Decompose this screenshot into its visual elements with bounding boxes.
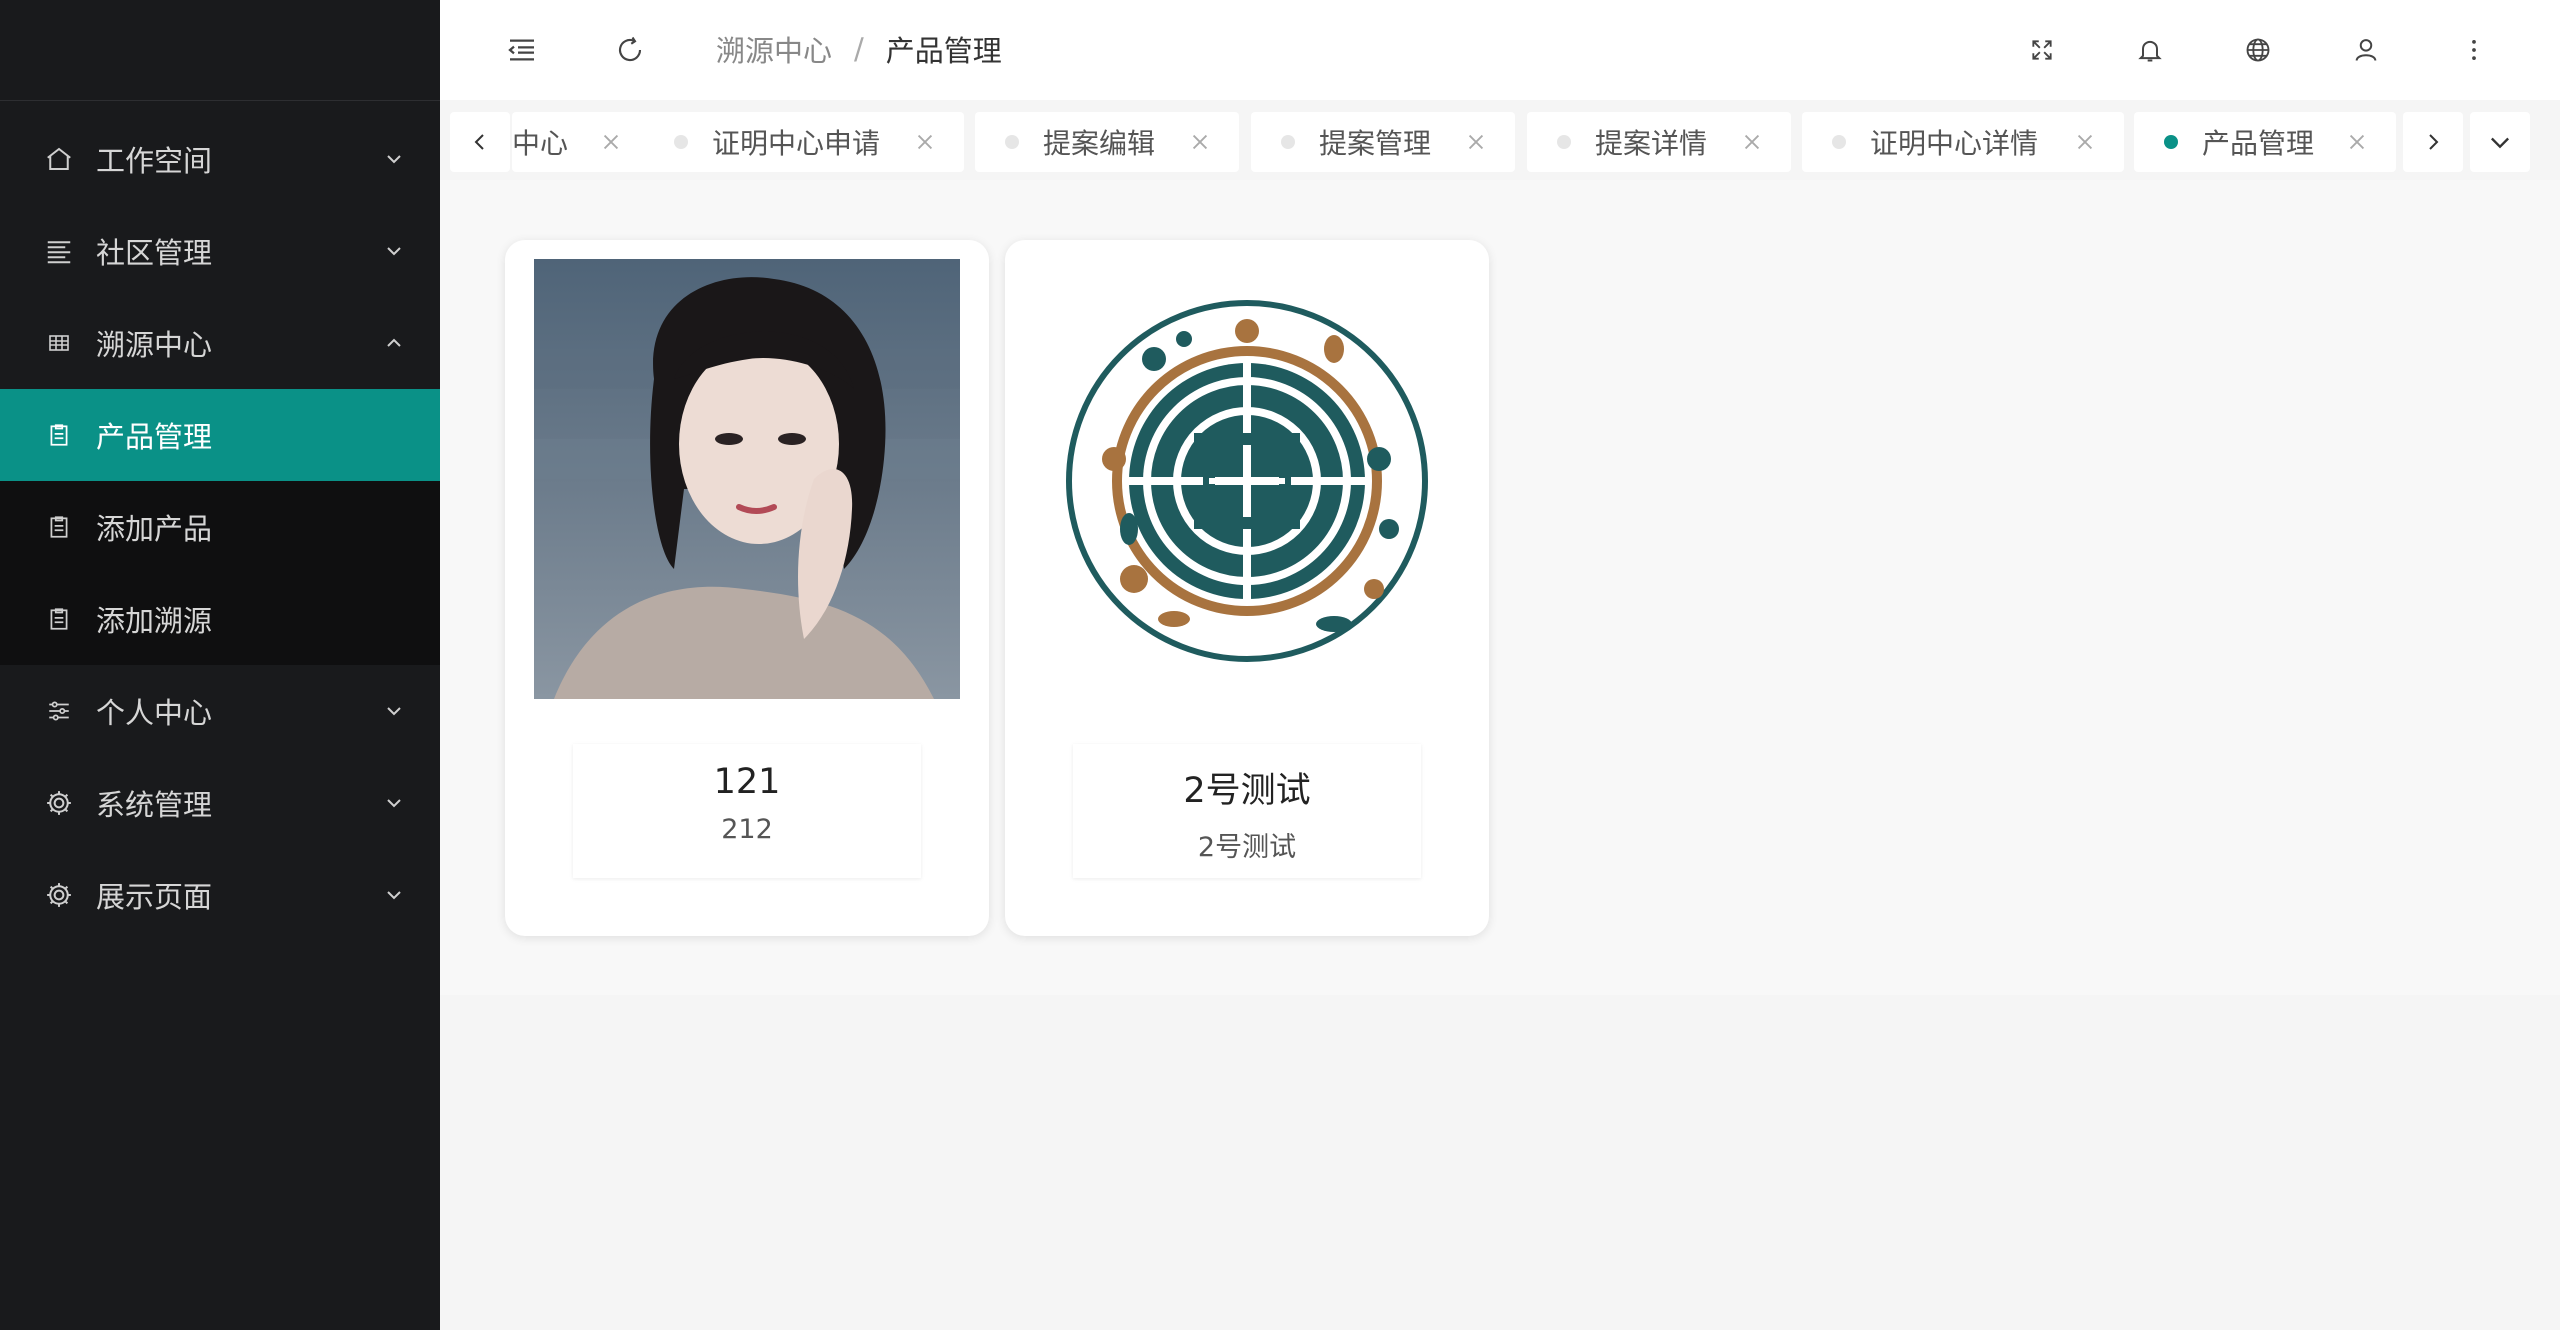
close-icon[interactable] xyxy=(2074,131,2096,153)
chevron-down-icon xyxy=(387,891,401,900)
sidebar-item-display-page[interactable]: 展示页面 xyxy=(0,849,440,941)
user-icon[interactable] xyxy=(2348,32,2384,68)
tab-proposal-edit[interactable]: 提案编辑 xyxy=(975,112,1239,172)
breadcrumb-separator: / xyxy=(854,32,864,66)
close-icon[interactable] xyxy=(2346,131,2368,153)
gear-icon xyxy=(44,880,74,910)
product-subtitle: 212 xyxy=(721,814,773,845)
tab-label: 产品管理 xyxy=(2202,127,2315,160)
breadcrumb-current: 产品管理 xyxy=(885,34,1002,68)
tabs-scroll-left-button[interactable] xyxy=(450,112,510,172)
tab-certificate-apply[interactable]: 证明中心申请 xyxy=(644,112,964,172)
tabs-scroll-right-button[interactable] xyxy=(2403,112,2463,172)
sidebar-item-label: 工作空间 xyxy=(96,144,213,178)
tab-active-dot xyxy=(2164,135,2178,149)
tab-label: 提案编辑 xyxy=(1043,127,1156,160)
product-title: 121 xyxy=(713,762,781,802)
tab-label: 提案管理 xyxy=(1319,127,1432,160)
sidebar-item-system-management[interactable]: 系统管理 xyxy=(0,757,440,849)
chevron-down-icon xyxy=(387,707,401,716)
sidebar-item-personal-center[interactable]: 个人中心 xyxy=(0,665,440,757)
close-icon[interactable] xyxy=(600,131,622,153)
list-icon xyxy=(44,236,74,266)
sidebar-item-label: 添加产品 xyxy=(96,512,213,546)
close-icon[interactable] xyxy=(1189,131,1211,153)
sidebar-item-label: 产品管理 xyxy=(96,420,213,454)
bell-icon[interactable] xyxy=(2132,32,2168,68)
sidebar-item-workspace[interactable]: 工作空间 xyxy=(0,113,440,205)
top-header: 溯源中心 / 产品管理 xyxy=(440,0,2560,100)
tab-status-dot xyxy=(1281,135,1295,149)
tab-label: 提案详情 xyxy=(1595,127,1708,160)
close-icon[interactable] xyxy=(1465,131,1487,153)
tab-product-management[interactable]: 产品管理 xyxy=(2134,112,2396,172)
refresh-icon[interactable] xyxy=(612,32,648,68)
tab-certificate-detail[interactable]: 证明中心详情 xyxy=(1802,112,2124,172)
sidebar-item-label: 个人中心 xyxy=(96,696,213,730)
sidebar-item-community[interactable]: 社区管理 xyxy=(0,205,440,297)
sidebar-item-product-management[interactable]: 产品管理 xyxy=(0,389,440,481)
sidebar: 工作空间 社区管理 溯源中心 产品管理 添加产品 添加溯源 个人中心 系统管理 … xyxy=(0,0,440,1330)
home-icon xyxy=(44,144,74,174)
tab-proposal-detail[interactable]: 提案详情 xyxy=(1527,112,1791,172)
sidebar-item-add-product[interactable]: 添加产品 xyxy=(0,481,440,573)
sidebar-item-label: 系统管理 xyxy=(96,788,213,822)
fullscreen-icon[interactable] xyxy=(2024,32,2060,68)
clipboard-icon xyxy=(44,604,74,634)
breadcrumb-item[interactable]: 溯源中心 xyxy=(716,28,832,70)
chevron-up-icon xyxy=(387,338,401,347)
product-card[interactable]: 2号测试 2号测试 xyxy=(1005,240,1489,936)
tabs-dropdown-button[interactable] xyxy=(2470,112,2530,172)
chevron-down-icon xyxy=(2491,137,2509,149)
tab-status-dot xyxy=(1832,135,1846,149)
clipboard-icon xyxy=(44,420,74,450)
product-image-portrait xyxy=(534,259,960,699)
product-title: 2号测试 xyxy=(1183,771,1311,811)
sidebar-logo-area xyxy=(0,0,440,101)
close-icon[interactable] xyxy=(1741,131,1763,153)
submenu-trace-center: 产品管理 添加产品 添加溯源 xyxy=(0,389,440,665)
chevron-right-icon xyxy=(2429,134,2439,150)
sidebar-item-label: 添加溯源 xyxy=(96,604,213,638)
tab-label: 证明中心申请 xyxy=(712,127,881,160)
tab-status-dot xyxy=(1005,135,1019,149)
tab-proposal-management[interactable]: 提案管理 xyxy=(1251,112,1515,172)
product-image-emblem xyxy=(1034,259,1460,699)
sidebar-item-label: 社区管理 xyxy=(96,236,213,270)
grid-icon xyxy=(44,328,74,358)
sidebar-item-trace-center[interactable]: 溯源中心 xyxy=(0,297,440,389)
product-info: 2号测试 2号测试 xyxy=(1073,744,1421,878)
tabs-bar: 中心 证明中心申请 提案编辑 提案管理 提案详情 证明中心详情 产品管理 xyxy=(440,100,2560,180)
tab-status-dot xyxy=(674,135,688,149)
product-info: 121 212 xyxy=(573,744,921,878)
sliders-icon xyxy=(44,696,74,726)
product-subtitle: 2号测试 xyxy=(1197,832,1297,863)
gear-icon xyxy=(44,788,74,818)
clipboard-icon xyxy=(44,512,74,542)
chevron-down-icon xyxy=(387,155,401,164)
tab-partial[interactable]: 中心 xyxy=(512,112,650,172)
tab-label: 中心 xyxy=(512,127,569,160)
globe-icon[interactable] xyxy=(2240,32,2276,68)
chevron-left-icon xyxy=(474,134,484,150)
sidebar-item-label: 溯源中心 xyxy=(96,328,213,362)
menu-fold-icon[interactable] xyxy=(504,32,540,68)
tab-status-dot xyxy=(1557,135,1571,149)
more-vertical-icon[interactable] xyxy=(2456,32,2492,68)
sidebar-item-add-trace[interactable]: 添加溯源 xyxy=(0,573,440,665)
chevron-down-icon xyxy=(387,799,401,808)
tab-label: 证明中心详情 xyxy=(1870,127,2039,160)
breadcrumb: 溯源中心 / 产品管理 xyxy=(716,28,1002,70)
sidebar-item-label: 展示页面 xyxy=(96,880,213,914)
chevron-down-icon xyxy=(387,247,401,256)
product-card[interactable]: 121 212 xyxy=(505,240,989,936)
close-icon[interactable] xyxy=(914,131,936,153)
